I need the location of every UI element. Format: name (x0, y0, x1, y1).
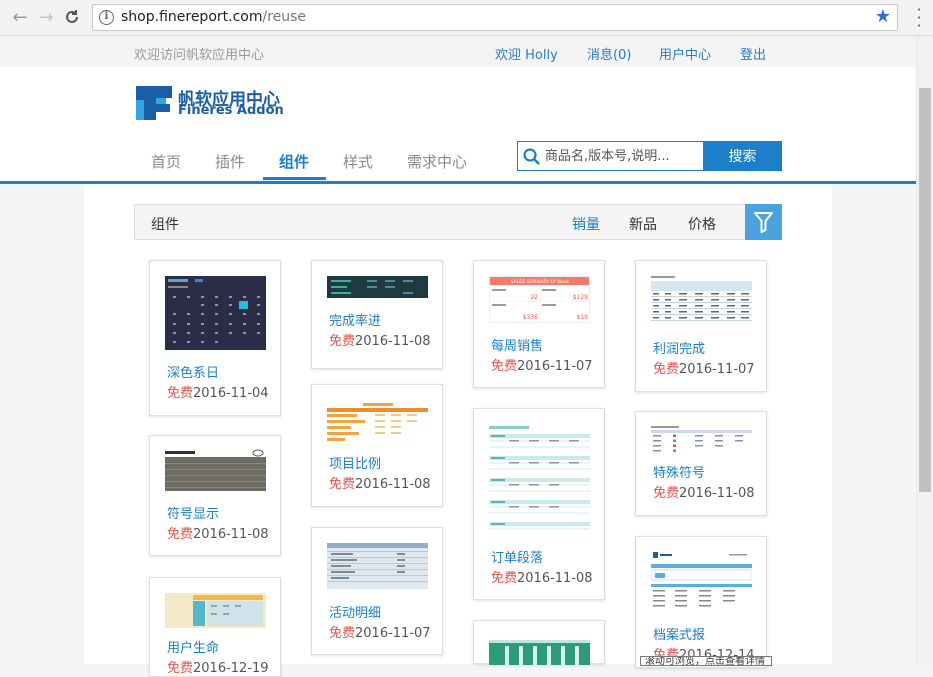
card-thumbnail (489, 640, 590, 665)
product-card[interactable]: 项目比例 免费2016-11-08 (311, 384, 443, 507)
card-title[interactable]: 深色系日 (167, 362, 219, 381)
card-thumbnail (651, 276, 752, 326)
thumb-header-text: SALES SUMMARY Of Week (511, 279, 570, 285)
funnel-icon (754, 212, 773, 233)
search-input[interactable] (545, 146, 701, 166)
card-thumbnail: SALES SUMMARY Of Week 22 $129 $336 $19 (489, 276, 590, 323)
user-center-link[interactable]: 用户中心 (659, 44, 711, 63)
card-thumbnail (651, 550, 752, 614)
product-card[interactable]: SALES SUMMARY Of Week 22 $129 $336 $19 每… (473, 260, 605, 388)
card-meta: 免费2016-11-07 (653, 362, 755, 377)
page-scrollbar[interactable] (916, 36, 933, 664)
tab-requests[interactable]: 需求中心 (407, 151, 467, 172)
card-meta: 免费2016-11-08 (167, 527, 269, 542)
product-card[interactable]: 特殊符号 免费2016-11-08 (635, 411, 767, 516)
card-title[interactable]: 项目比例 (329, 453, 381, 472)
card-meta: 免费2016-11-08 (329, 334, 431, 349)
sort-by-price[interactable]: 价格 (688, 214, 716, 234)
info-icon[interactable]: i (99, 10, 114, 25)
product-card[interactable]: 完成率进 免费2016-11-08 (311, 260, 443, 369)
logo-icon[interactable] (135, 82, 173, 120)
card-title[interactable]: 完成率进 (329, 310, 381, 329)
search-box[interactable] (517, 141, 704, 171)
card-title[interactable]: 每周销售 (491, 335, 543, 354)
card-thumbnail (327, 543, 428, 589)
logout-link[interactable]: 登出 (740, 44, 766, 63)
card-meta: 免费2016-11-08 (491, 571, 593, 586)
product-card[interactable]: 用户生命 免费2016-12-19 (149, 577, 281, 677)
card-meta: 免费2016-11-07 (329, 626, 431, 641)
product-card[interactable]: 深色系日 免费2016-11-04 (149, 260, 281, 416)
hover-tooltip: 滚动可浏览，点击查看详情 (640, 656, 772, 666)
brand-name-en[interactable]: Fineres Addon (178, 103, 284, 118)
card-title[interactable]: 订单段落 (491, 547, 543, 566)
svg-text:$336: $336 (523, 314, 538, 321)
back-icon[interactable]: ← (10, 8, 30, 28)
address-bar[interactable]: i shop.finereport.com/reuse ★ (92, 4, 898, 31)
sort-by-new[interactable]: 新品 (629, 214, 657, 234)
bookmark-star-icon[interactable]: ★ (875, 6, 891, 27)
product-card[interactable]: 符号显示 免费2016-11-08 (149, 435, 281, 556)
card-meta: 免费2016-12-19 (167, 661, 269, 676)
card-meta: 免费2016-11-08 (653, 486, 755, 501)
card-thumbnail (327, 276, 428, 298)
browser-toolbar: ← → i shop.finereport.com/reuse ★ · · · (0, 0, 933, 36)
card-thumbnail (165, 276, 266, 350)
product-card[interactable]: 档案式报 免费2016-12-14 (635, 536, 767, 668)
tab-styles[interactable]: 样式 (343, 151, 373, 172)
card-title[interactable]: 特殊符号 (653, 462, 705, 481)
browser-menu-icon[interactable]: · · · (915, 2, 923, 34)
card-thumbnail (489, 426, 590, 534)
url-text[interactable]: shop.finereport.com/reuse (121, 9, 306, 25)
welcome-text: 欢迎访问帆软应用中心 (134, 48, 265, 63)
card-thumbnail (327, 403, 428, 447)
card-title[interactable]: 档案式报 (653, 624, 705, 643)
card-thumbnail (651, 426, 752, 454)
filter-bar: 组件 销量 新品 价格 (134, 204, 782, 240)
active-tab-indicator (263, 177, 326, 180)
sort-by-sales[interactable]: 销量 (572, 214, 600, 234)
product-card[interactable]: 订单段落 免费2016-11-08 (473, 408, 605, 600)
card-meta: 免费2016-11-07 (491, 359, 593, 374)
card-title[interactable]: 用户生命 (167, 637, 219, 656)
tab-components[interactable]: 组件 (279, 151, 309, 172)
search-button[interactable]: 搜索 (703, 141, 782, 171)
scrollbar-thumb[interactable] (919, 88, 931, 492)
svg-text:22: 22 (530, 294, 538, 301)
user-greeting-link[interactable]: 欢迎 Holly (495, 44, 558, 63)
card-meta: 免费2016-11-08 (329, 477, 431, 492)
top-info-bar: 欢迎访问帆软应用中心 欢迎 Holly 消息(0) 用户中心 登出 (0, 37, 916, 67)
svg-text:$19: $19 (577, 314, 589, 321)
tab-plugins[interactable]: 插件 (215, 151, 245, 172)
product-listing: 组件 销量 新品 价格 深色系日 免费2016-11-04 符号显示 免费201… (84, 184, 832, 677)
product-card[interactable]: 利润完成 免费2016-11-07 (635, 260, 767, 392)
card-title[interactable]: 活动明细 (329, 602, 381, 621)
messages-link[interactable]: 消息(0) (587, 44, 631, 63)
search-icon (523, 148, 540, 165)
category-title: 组件 (151, 217, 179, 233)
card-title[interactable]: 符号显示 (167, 503, 219, 522)
card-title[interactable]: 利润完成 (653, 338, 705, 357)
card-thumbnail (165, 449, 266, 491)
card-meta: 免费2016-11-04 (167, 386, 269, 401)
filter-button[interactable] (745, 204, 782, 240)
product-card[interactable] (473, 620, 605, 665)
card-thumbnail (165, 593, 266, 628)
product-card[interactable]: 活动明细 免费2016-11-07 (311, 527, 443, 655)
svg-text:$129: $129 (573, 294, 588, 301)
reload-icon[interactable] (62, 8, 82, 28)
tab-home[interactable]: 首页 (151, 151, 181, 172)
site-header: 帆软应用中心 Fineres Addon 首页 插件 组件 样式 需求中心 搜索 (0, 67, 916, 184)
forward-icon[interactable]: → (36, 8, 56, 28)
